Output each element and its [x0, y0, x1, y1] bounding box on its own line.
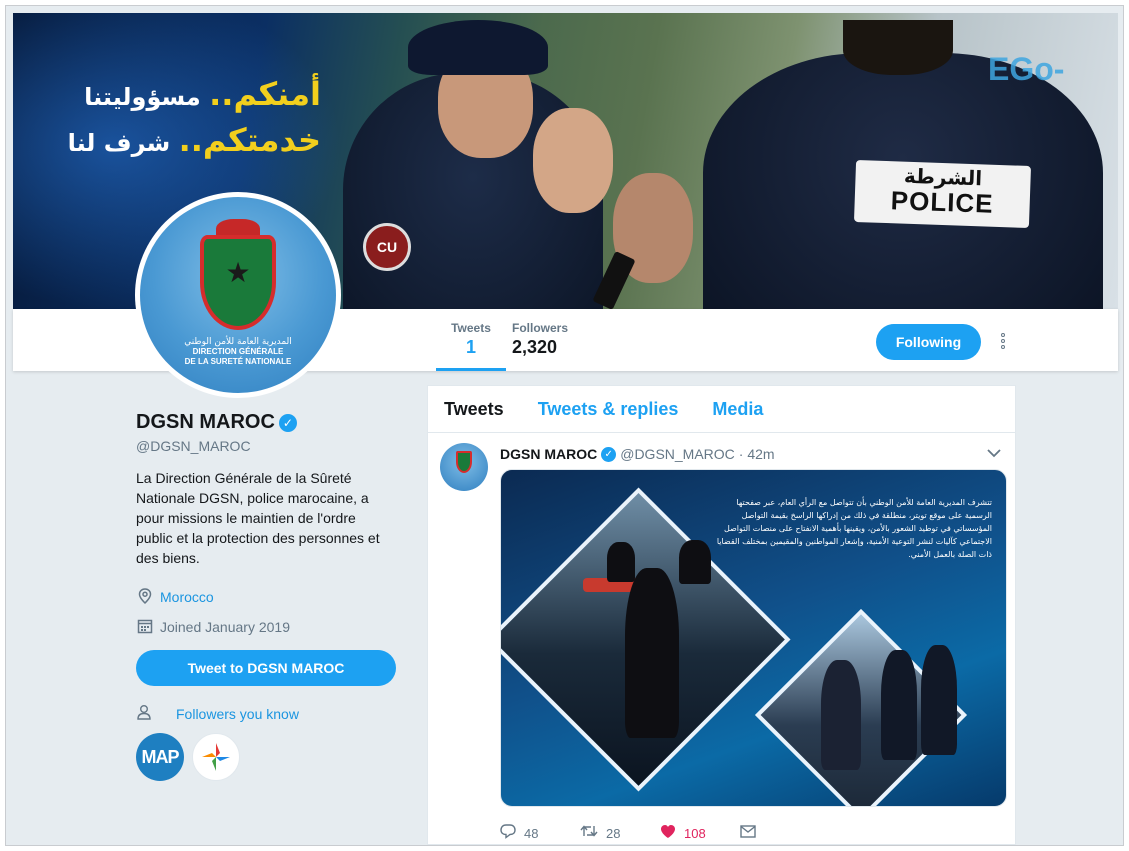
tab-tweets[interactable]: Tweets — [444, 399, 504, 420]
banner-background-sign: EGo- — [988, 51, 1065, 87]
avatar-caption-line1: DIRECTION GÉNÉRALE — [192, 347, 284, 356]
profile-avatar[interactable]: ★ المديرية العامة للأمن الوطني DIRECTION… — [135, 192, 341, 398]
joined-text: Joined January 2019 — [160, 619, 290, 635]
tweet-author-name[interactable]: DGSN MAROC — [500, 446, 597, 462]
retweet-action[interactable]: 28 — [580, 824, 660, 843]
reply-icon — [500, 823, 516, 844]
stat-followers[interactable]: Followers 2,320 — [512, 321, 568, 358]
slogan1-highlight: أمنكم.. — [209, 75, 321, 113]
person-icon — [136, 704, 158, 723]
tab-tweets-and-replies[interactable]: Tweets & replies — [538, 399, 679, 420]
verified-badge-icon: ✓ — [278, 413, 297, 432]
followers-you-know: Followers you know — [136, 704, 406, 723]
location-pin-icon — [136, 588, 154, 606]
timeline: Tweets Tweets & replies Media DGSN MAROC… — [427, 385, 1016, 845]
avatar-caption-line2: DE LA SURETÉ NATIONALE — [184, 357, 292, 366]
followers-you-know-avatars: MAP — [136, 733, 406, 781]
like-action[interactable]: 108 — [660, 824, 740, 844]
media-figure — [625, 568, 679, 738]
media-figure — [881, 650, 917, 760]
stat-tweets[interactable]: Tweets 1 — [436, 321, 506, 371]
heart-icon — [660, 824, 676, 844]
profile-name-text: DGSN MAROC — [136, 411, 275, 433]
profile-name[interactable]: DGSN MAROC ✓ — [136, 411, 406, 434]
slogan2-rest: شرف لنا — [67, 129, 171, 157]
slogan1-rest: مسؤوليتنا — [84, 83, 201, 111]
retweet-icon — [580, 824, 598, 843]
reply-count: 48 — [524, 826, 539, 841]
banner-slogan-line2: خدمتكم.. شرف لنا — [31, 121, 321, 159]
dm-action[interactable] — [740, 824, 820, 843]
followers-you-know-link[interactable]: Followers you know — [176, 706, 299, 722]
tweet-to-button[interactable]: Tweet to DGSN MAROC — [136, 650, 396, 686]
stat-tweets-label: Tweets — [451, 321, 491, 335]
banner-officer-man-head — [843, 20, 953, 75]
profile-joined: Joined January 2019 — [136, 618, 406, 636]
banner-police-patch: الشرطة POLICE — [853, 159, 1032, 229]
media-figure — [821, 660, 861, 770]
calendar-icon — [136, 618, 154, 636]
following-button[interactable]: Following — [876, 324, 981, 360]
follower-avatar-map[interactable]: MAP — [136, 733, 184, 781]
shield-icon — [456, 451, 472, 473]
star-icon: ★ — [225, 257, 251, 288]
slogan2-highlight: خدمتكم.. — [178, 121, 321, 159]
star-logo-icon — [202, 743, 230, 771]
banner-shoulder-badge: CU — [363, 223, 411, 271]
police-patch-english: POLICE — [890, 185, 995, 219]
tweet-avatar[interactable] — [440, 443, 488, 491]
stat-tweets-count: 1 — [465, 337, 476, 357]
profile-location: Morocco — [136, 588, 406, 606]
retweet-count: 28 — [606, 826, 621, 841]
avatar-caption: المديرية العامة للأمن الوطني DIRECTION G… — [140, 337, 336, 367]
banner-slogan-line1: أمنكم.. مسؤوليتنا — [61, 75, 321, 113]
profile-bio: La Direction Générale de la Sûreté Natio… — [136, 470, 380, 566]
tweet-media-image[interactable]: تتشرف المديرية العامة للأمن الوطني بأن ت… — [500, 469, 1007, 807]
envelope-icon — [740, 824, 756, 843]
banner-officer-cap — [408, 20, 548, 75]
follower-avatar-star[interactable] — [192, 733, 240, 781]
more-options-icon[interactable] — [993, 331, 1013, 353]
tweet-header: DGSN MAROC ✓ @DGSN_MAROC · 42m — [500, 443, 1003, 465]
tweet[interactable]: DGSN MAROC ✓ @DGSN_MAROC · 42m تتشرف الم… — [428, 433, 1015, 844]
profile-handle[interactable]: @DGSN_MAROC — [136, 438, 406, 454]
browser-frame: CU EGo- الشرطة POLICE أمنكم.. مسؤوليتنا … — [5, 5, 1124, 846]
location-link[interactable]: Morocco — [160, 589, 214, 605]
avatar-image: ★ المديرية العامة للأمن الوطني DIRECTION… — [140, 197, 336, 393]
media-figure — [607, 542, 635, 582]
banner-man-head — [533, 108, 613, 213]
tweet-actions: 48 28 108 — [500, 823, 1003, 844]
media-figure — [921, 645, 957, 755]
media-arabic-text: تتشرف المديرية العامة للأمن الوطني بأن ت… — [716, 498, 992, 559]
chevron-down-icon[interactable] — [987, 445, 1001, 461]
timeline-tabs: Tweets Tweets & replies Media — [428, 386, 1015, 433]
tweet-author-handle[interactable]: @DGSN_MAROC — [620, 446, 735, 462]
avatar-caption-arabic: المديرية العامة للأمن الوطني — [184, 337, 292, 347]
profile-sidebar: DGSN MAROC ✓ @DGSN_MAROC La Direction Gé… — [136, 411, 406, 781]
like-count: 108 — [684, 826, 706, 841]
tweet-timestamp[interactable]: · 42m — [739, 446, 775, 462]
stat-followers-count: 2,320 — [512, 337, 558, 357]
media-figure — [679, 540, 711, 584]
stat-followers-label: Followers — [512, 321, 569, 335]
verified-badge-icon: ✓ — [601, 446, 617, 462]
reply-action[interactable]: 48 — [500, 823, 580, 844]
tab-media[interactable]: Media — [712, 399, 763, 420]
